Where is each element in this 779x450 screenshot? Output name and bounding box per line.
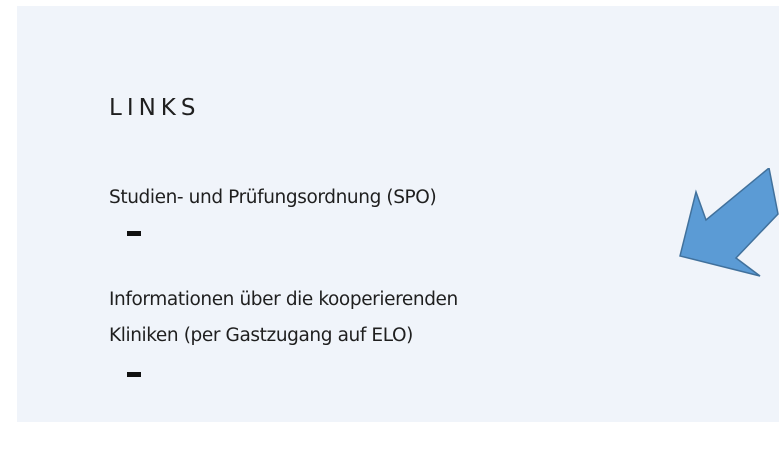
spo-link[interactable]: Studien- und Prüfungsordnung (SPO): [109, 180, 437, 216]
dash-marker: [127, 231, 141, 236]
arrow-pointer-icon: [679, 168, 779, 277]
arrow-shape: [679, 168, 779, 277]
clinics-link-line2: Kliniken (per Gastzugang auf ELO): [109, 325, 413, 346]
section-heading: LINKS: [109, 95, 201, 121]
spo-link-label: Studien- und Prüfungsordnung (SPO): [109, 187, 437, 208]
clinics-link-line1: Informationen über die kooperierenden: [109, 289, 458, 310]
clinics-info-link[interactable]: Informationen über die kooperierenden Kl…: [109, 282, 458, 354]
dash-marker: [127, 372, 141, 377]
